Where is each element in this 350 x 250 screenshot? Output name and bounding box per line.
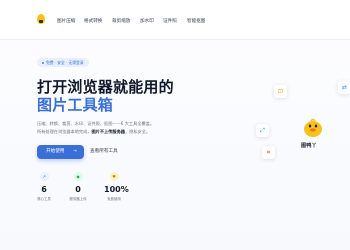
convert-icon: ⇄ — [338, 81, 350, 94]
stat-label: 核心工具 — [37, 197, 51, 201]
hero-tag-text: 免费 · 安全 · 无需登录 — [46, 60, 84, 65]
stat-value: 0 — [75, 185, 81, 194]
nav-item-resize[interactable]: 裁剪缩放 — [112, 18, 130, 24]
hero-description-line2: 所有处理在浏览器本地完成，图片不上传服务器，隐私安全。 — [37, 129, 150, 135]
view-all-tools-button[interactable]: 查看所有工具 — [90, 145, 118, 159]
hero-description-line1: 压缩、转换、裁剪、水印、证件照、抠图——6 大工具全覆盖。 — [37, 121, 155, 126]
compress-icon: ⊡ — [274, 85, 287, 98]
duck-mascot-icon — [304, 118, 322, 137]
start-button-label: 开始使用 — [46, 149, 65, 154]
resize-icon: ⤢ — [256, 124, 269, 137]
stat-uploads: ◆ 0 服务器上传 — [68, 172, 88, 201]
stat-tools: ↗ 6 核心工具 — [34, 172, 54, 201]
hero-title-line2: 图片工具箱 — [37, 96, 114, 114]
stat-label: 服务器上传 — [69, 197, 87, 201]
start-button[interactable]: 开始使用 → — [37, 145, 84, 159]
shield-icon: ◆ — [73, 172, 83, 181]
stat-label: 免费使用 — [107, 197, 121, 201]
logo-icon[interactable] — [37, 14, 45, 24]
nav-item-watermark[interactable]: 加水印 — [140, 18, 154, 24]
arrow-right-icon: → — [73, 149, 77, 154]
top-nav: 图片压缩 格式转换 裁剪缩放 加水印 证件照 智能抠图 — [0, 0, 350, 40]
gift-icon: ♥ — [109, 172, 119, 181]
lightning-icon: ↗ — [39, 172, 49, 181]
desc-emphasis: 图片不上传服务器 — [91, 129, 125, 134]
nav-item-compress[interactable]: 图片压缩 — [57, 18, 75, 24]
hero-tag: 免费 · 安全 · 无需登录 — [37, 58, 89, 67]
nav-item-id-photo[interactable]: 证件照 — [163, 18, 177, 24]
nav-item-convert[interactable]: 格式转换 — [84, 18, 102, 24]
stat-value: 6 — [41, 185, 47, 194]
mascot-label: 图鸭丫 — [301, 143, 317, 149]
dot-icon — [42, 62, 44, 64]
nav-item-cutout[interactable]: 智能抠图 — [187, 18, 205, 24]
desc-text-end: ，隐私安全。 — [124, 129, 151, 134]
desc-text: 所有处理在浏览器本地完成， — [37, 129, 92, 134]
crop-icon: ⌗ — [262, 146, 275, 159]
stat-free: ♥ 100% 免费使用 — [104, 172, 129, 201]
stat-value: 100% — [104, 185, 129, 194]
